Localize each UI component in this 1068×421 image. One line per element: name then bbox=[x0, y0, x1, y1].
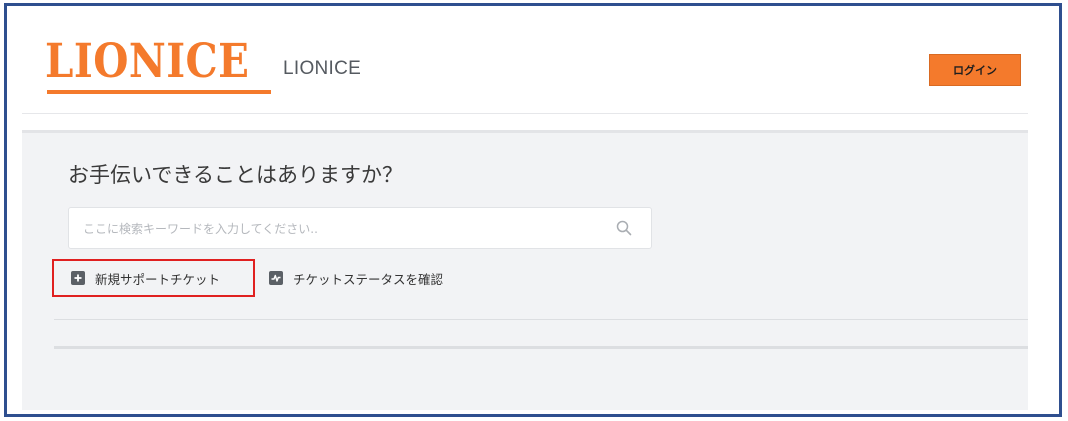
check-ticket-status-label: チケットステータスを確認 bbox=[293, 271, 444, 287]
screenshot-frame: LIONICE LIONICE ログイン お手伝いできることはありますか？ 新規… bbox=[4, 3, 1062, 417]
search-icon[interactable] bbox=[615, 219, 633, 237]
help-center-main: お手伝いできることはありますか？ 新規サポートチケット bbox=[22, 130, 1028, 410]
brand-name: LIONICE bbox=[283, 58, 362, 79]
login-button[interactable]: ログイン bbox=[929, 54, 1021, 86]
page-title: お手伝いできることはありますか？ bbox=[68, 163, 403, 187]
logo-underline bbox=[47, 90, 271, 94]
search-box[interactable] bbox=[68, 207, 652, 249]
logo[interactable]: LIONICE bbox=[45, 36, 249, 88]
activity-square-icon bbox=[269, 271, 283, 285]
search-input[interactable] bbox=[83, 218, 603, 240]
new-support-ticket-link[interactable]: 新規サポートチケット bbox=[52, 259, 255, 297]
site-header: LIONICE LIONICE ログイン bbox=[22, 6, 1028, 114]
divider bbox=[54, 346, 1028, 349]
plus-square-icon bbox=[71, 271, 85, 285]
divider bbox=[54, 319, 1028, 320]
new-support-ticket-label: 新規サポートチケット bbox=[95, 271, 221, 287]
check-ticket-status-link[interactable]: チケットステータスを確認 bbox=[269, 259, 443, 297]
